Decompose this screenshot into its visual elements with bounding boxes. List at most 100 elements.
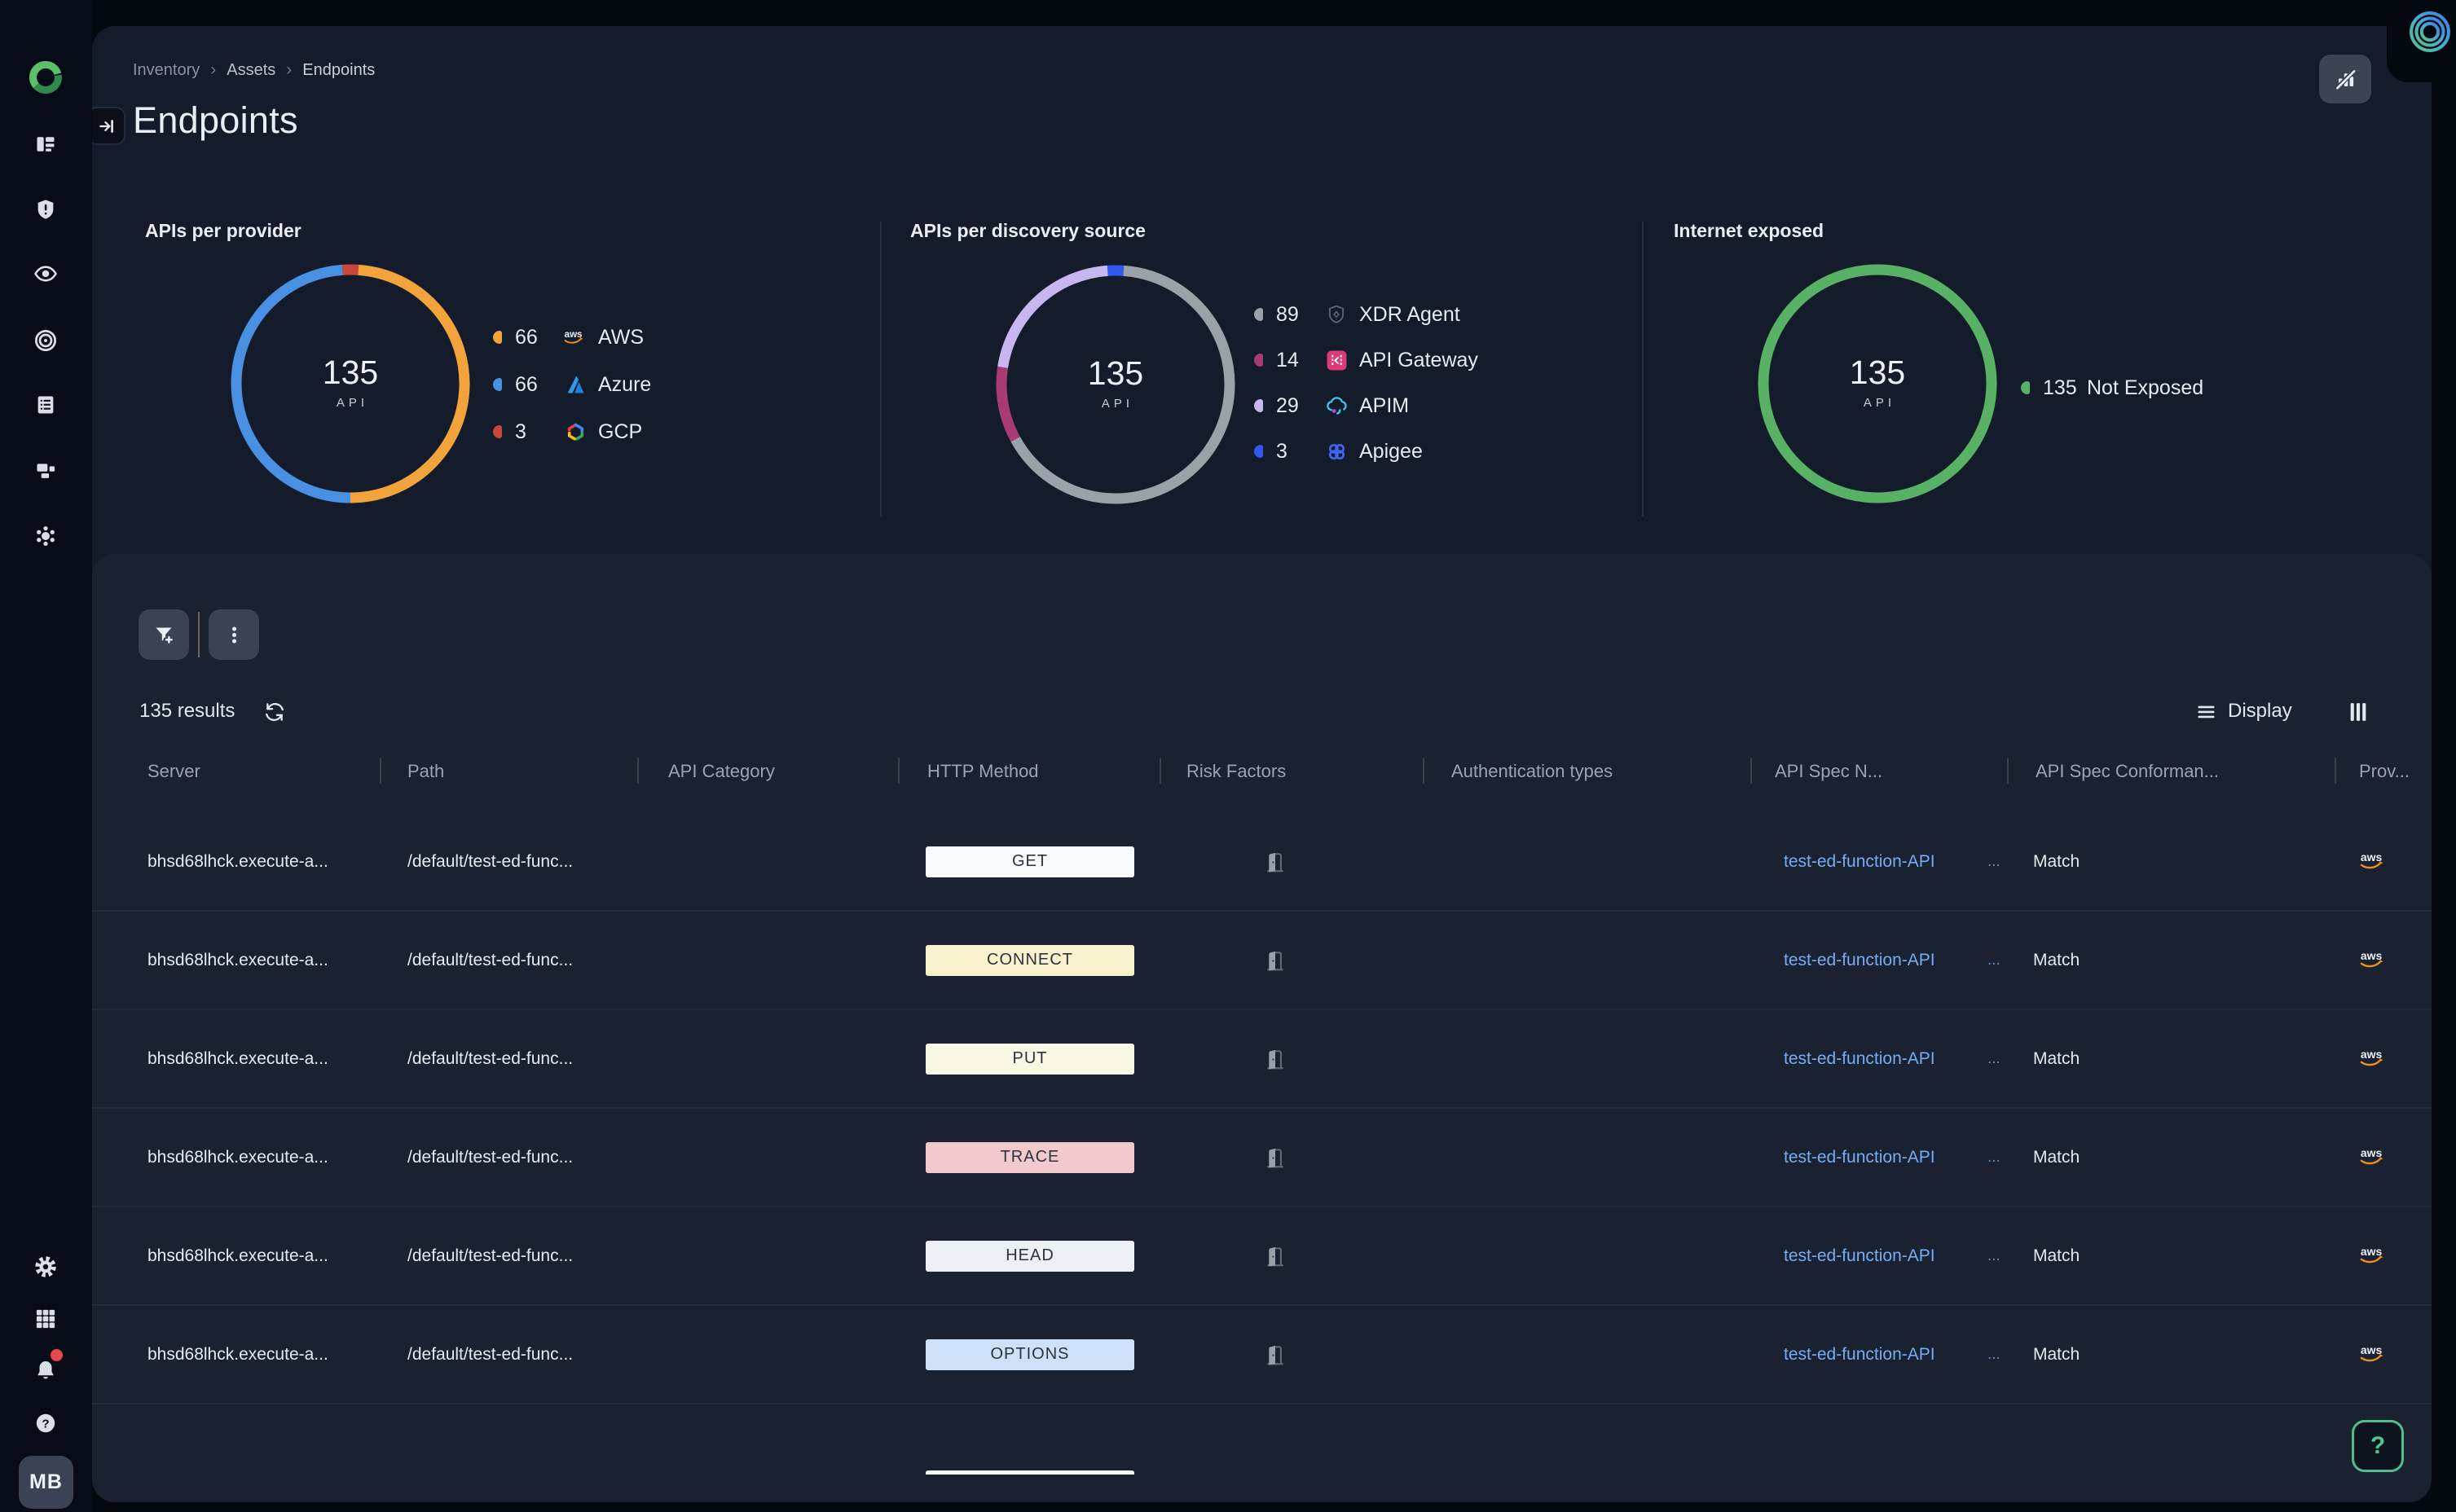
collapse-sidebar-button[interactable] (87, 107, 125, 145)
chart-hidden-icon (2335, 68, 2357, 90)
sidebar-item-settings[interactable] (33, 1255, 58, 1279)
breadcrumb-separator: › (286, 60, 292, 80)
col-server[interactable]: Server (147, 761, 200, 782)
col-authentication-types[interactable]: Authentication types (1451, 761, 1613, 782)
legend-dot (493, 378, 502, 391)
legend-item-not-exposed[interactable]: 135 Not Exposed (2021, 364, 2203, 411)
api-spec-link[interactable]: test-ed-function-API (1784, 1246, 1935, 1266)
api-spec-link[interactable]: test-ed-function-API (1784, 951, 1935, 970)
svg-text:aws: aws (2361, 850, 2383, 864)
sidebar-item-assets[interactable] (33, 458, 58, 482)
api-spec-more[interactable]: ... (1987, 1346, 2000, 1364)
legend-item-api-gateway[interactable]: 14 API Gateway (1254, 337, 1478, 383)
aws-provider-icon: aws (2357, 1343, 2392, 1367)
col-http-method[interactable]: HTTP Method (927, 761, 1039, 782)
hide-charts-button[interactable] (2319, 55, 2371, 103)
spider-icon (33, 524, 58, 548)
api-gateway-icon (1323, 349, 1349, 371)
help-glyph: ? (42, 1417, 49, 1431)
legend-label: XDR Agent (1359, 303, 1460, 327)
column-resizer[interactable] (898, 758, 900, 784)
chart-title-providers: APIs per provider (145, 220, 301, 242)
col-api-spec-conformance[interactable]: API Spec Conforman... (2036, 761, 2219, 782)
api-spec-link[interactable]: test-ed-function-API (1784, 852, 1935, 872)
legend-item-aws[interactable]: 66 aws AWS (493, 314, 651, 361)
donut-chart-exposed[interactable]: 135 API (1755, 262, 2000, 506)
door-open-icon (1263, 1047, 1287, 1071)
api-spec-more[interactable]: ... (1987, 1050, 2000, 1068)
help-fab-button[interactable]: ? (2352, 1420, 2404, 1472)
legend-value: 14 (1276, 349, 1323, 372)
breadcrumb-inventory[interactable]: Inventory (133, 61, 200, 80)
sidebar-item-incidents[interactable] (33, 197, 58, 222)
legend-item-xdr-agent[interactable]: 89 XDR Agent (1254, 292, 1478, 337)
cortex-logo[interactable] (26, 58, 65, 97)
legend-value: 89 (1276, 303, 1323, 327)
column-resizer[interactable] (2335, 758, 2336, 784)
sidebar-item-help[interactable]: ? (33, 1411, 58, 1435)
sidebar-item-reports[interactable] (33, 132, 58, 156)
donut-ring (993, 262, 1238, 507)
add-filter-button[interactable] (139, 609, 189, 660)
manage-columns-button[interactable] (2348, 701, 2369, 725)
display-button[interactable]: Display (2228, 700, 2292, 723)
col-api-spec-name[interactable]: API Spec N... (1775, 761, 1882, 782)
api-spec-more[interactable]: ... (1987, 853, 2000, 871)
column-resizer[interactable] (637, 758, 639, 784)
sidebar-item-apps[interactable] (33, 1307, 58, 1331)
aws-provider-icon: aws (2357, 1047, 2392, 1071)
breadcrumb-separator: › (210, 60, 216, 80)
legend-item-gcp[interactable]: 3 GCP (493, 408, 651, 455)
sidebar-item-notifications[interactable] (33, 1358, 58, 1382)
sidebar-item-visibility[interactable] (33, 262, 58, 286)
door-open-icon (1263, 948, 1287, 973)
breadcrumb-endpoints[interactable]: Endpoints (302, 61, 375, 80)
api-spec-link[interactable]: test-ed-function-API (1784, 1345, 1935, 1365)
column-resizer[interactable] (2007, 758, 2009, 784)
api-spec-more[interactable]: ... (1987, 952, 2000, 969)
column-resizer[interactable] (1423, 758, 1424, 784)
table-row[interactable]: bhsd68lhck.execute-a... /default/test-ed… (92, 912, 2432, 1010)
settings-gear-icon (33, 1255, 58, 1279)
collapse-arrow-icon (98, 117, 116, 135)
legend-item-apigee[interactable]: 3 Apigee (1254, 429, 1478, 474)
table-row[interactable]: bhsd68lhck.execute-a... /default/test-ed… (92, 1010, 2432, 1109)
api-spec-link[interactable]: test-ed-function-API (1784, 1049, 1935, 1069)
refresh-button[interactable] (263, 701, 286, 723)
legend-item-azure[interactable]: 66 Azure (493, 361, 651, 408)
column-resizer[interactable] (1750, 758, 1752, 784)
sidebar-item-detection[interactable] (33, 328, 58, 353)
col-path[interactable]: Path (407, 761, 444, 782)
table-row[interactable]: bhsd68lhck.execute-a... /default/test-ed… (92, 1109, 2432, 1207)
door-open-icon (1263, 1244, 1287, 1268)
api-spec-more[interactable]: ... (1987, 1247, 2000, 1265)
legend-item-apim[interactable]: 29 APIM (1254, 383, 1478, 429)
user-avatar[interactable]: MB (19, 1456, 73, 1509)
api-spec-link[interactable]: test-ed-function-API (1784, 1148, 1935, 1167)
svg-text:aws: aws (2361, 1048, 2383, 1061)
rings-icon (2407, 9, 2453, 55)
table-row[interactable]: bhsd68lhck.execute-a... /default/test-ed… (92, 1207, 2432, 1306)
sidebar-item-policies[interactable] (33, 393, 58, 417)
col-provider[interactable]: Prov... (2359, 761, 2410, 782)
apim-cloud-icon (1323, 394, 1349, 417)
legend-exposed: 135 Not Exposed (2021, 364, 2203, 411)
table-row[interactable]: bhsd68lhck.execute-a... /default/test-ed… (92, 1306, 2432, 1404)
column-resizer[interactable] (1160, 758, 1161, 784)
sidebar-item-threat-intel[interactable] (33, 524, 58, 548)
donut-chart-discovery[interactable]: 135 API (993, 262, 1238, 507)
breadcrumb-assets[interactable]: Assets (227, 61, 275, 80)
legend-dot (1254, 354, 1263, 367)
blocks-icon (34, 459, 57, 481)
help-fab-glyph: ? (2370, 1432, 2385, 1460)
more-actions-button[interactable] (209, 609, 259, 660)
server-cell: bhsd68lhck.execute-a... (147, 1148, 328, 1167)
api-spec-more[interactable]: ... (1987, 1149, 2000, 1167)
col-risk-factors[interactable]: Risk Factors (1186, 761, 1286, 782)
donut-chart-providers[interactable]: 135 API (228, 262, 473, 506)
legend-value: 135 (2043, 376, 2077, 400)
column-resizer[interactable] (380, 758, 381, 784)
col-api-category[interactable]: API Category (668, 761, 775, 782)
table-row[interactable]: bhsd68lhck.execute-a... /default/test-ed… (92, 813, 2432, 912)
chart-divider (1642, 222, 1644, 516)
